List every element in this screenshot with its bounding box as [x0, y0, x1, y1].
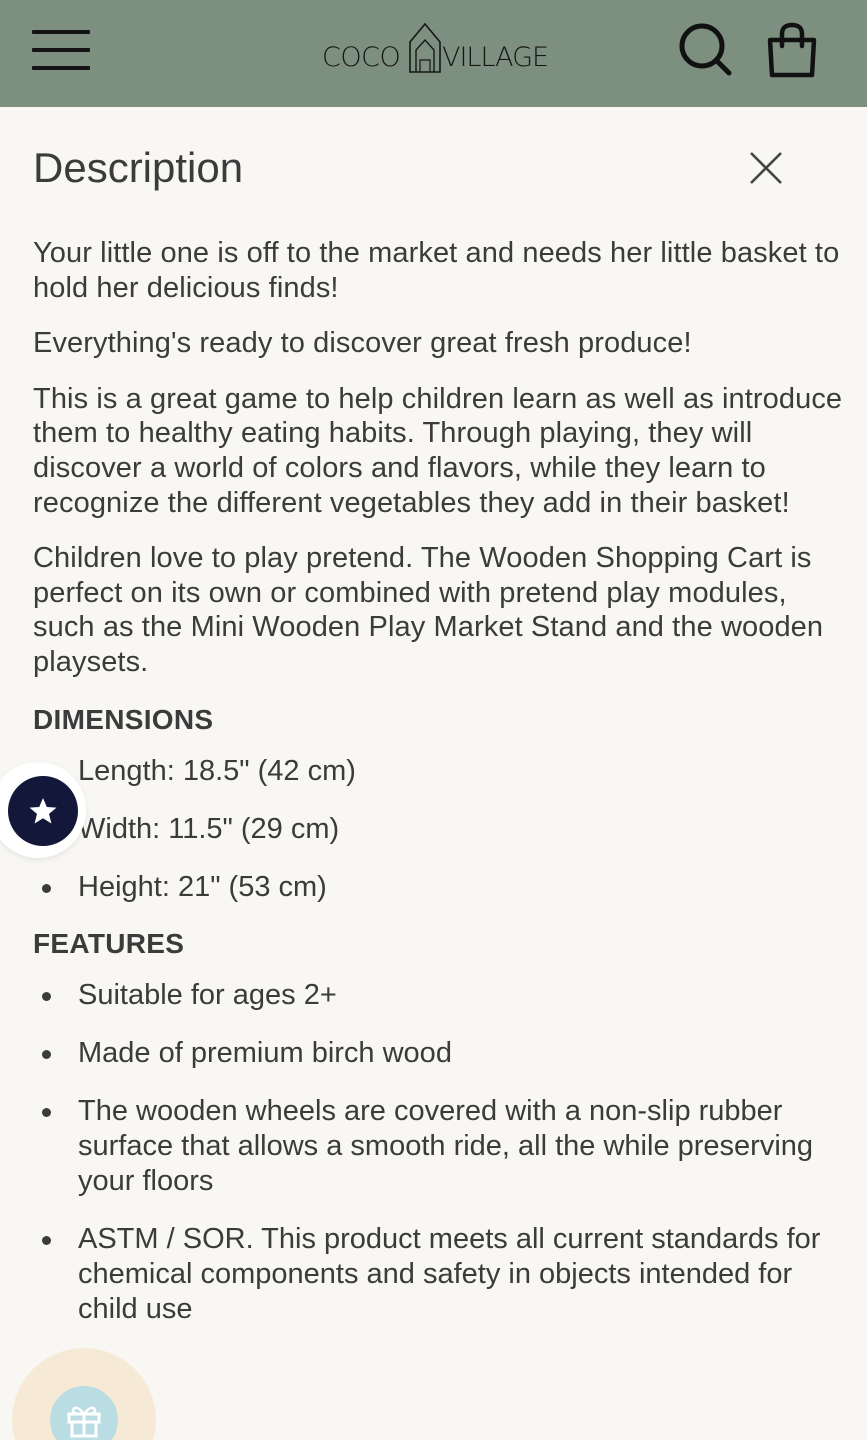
list-item: Suitable for ages 2+ [33, 978, 843, 1013]
close-button[interactable] [748, 150, 784, 186]
description-paragraph: Your little one is off to the market and… [33, 237, 840, 304]
site-header: COCO VILLAGE [0, 0, 867, 107]
list-item: The wooden wheels are covered with a non… [33, 1094, 843, 1199]
rewards-badge [50, 1386, 118, 1440]
features-list: Suitable for ages 2+ Made of premium bir… [33, 978, 843, 1327]
list-item: ASTM / SOR. This product meets all curre… [33, 1222, 843, 1327]
description-paragraph: Children love to play pretend. The Woode… [33, 542, 824, 678]
reviews-badge [8, 776, 78, 846]
features-heading: FEATURES [33, 927, 185, 959]
logo[interactable]: COCO VILLAGE [322, 20, 549, 76]
menu-icon-bar [32, 48, 90, 52]
logo-text-left: COCO [322, 42, 401, 73]
list-item: Length: 18.5" (42 cm) [33, 754, 843, 789]
rewards-button[interactable] [12, 1348, 156, 1440]
gift-icon [67, 1406, 101, 1438]
list-item: Made of premium birch wood [33, 1036, 843, 1071]
menu-icon-bar [32, 66, 90, 70]
shopping-bag-icon [767, 22, 817, 78]
search-icon [679, 23, 732, 76]
cart-button[interactable] [766, 22, 818, 78]
description-content: Your little one is off to the market and… [33, 236, 843, 1350]
dimensions-heading: DIMENSIONS [33, 703, 214, 735]
menu-button[interactable] [32, 30, 90, 70]
dimensions-list: Length: 18.5" (42 cm) Width: 11.5" (29 c… [33, 754, 843, 905]
logo-text-right: VILLAGE [442, 42, 549, 73]
menu-icon-bar [32, 30, 90, 34]
list-item: Height: 21" (53 cm) [33, 870, 843, 905]
close-icon [750, 152, 782, 184]
description-paragraph: This is a great game to help children le… [33, 382, 843, 519]
panel-title: Description [33, 144, 244, 191]
description-paragraph: Everything's ready to discover great fre… [33, 327, 692, 360]
star-icon [29, 798, 57, 824]
list-item: Width: 11.5" (29 cm) [33, 812, 843, 847]
house-logo-icon [409, 22, 441, 73]
search-button[interactable] [678, 22, 732, 76]
